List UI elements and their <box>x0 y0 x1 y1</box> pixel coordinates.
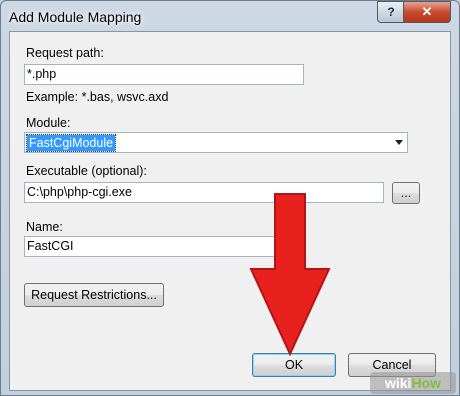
red-down-arrow-shape <box>249 193 331 357</box>
wikihow-watermark: wiki How <box>370 372 456 394</box>
add-module-mapping-dialog: Add Module Mapping ? ✕ Request path: *.p… <box>0 0 460 396</box>
watermark-wiki: wiki <box>384 375 412 391</box>
watermark-how: How <box>411 375 442 391</box>
red-down-arrow <box>249 193 331 357</box>
